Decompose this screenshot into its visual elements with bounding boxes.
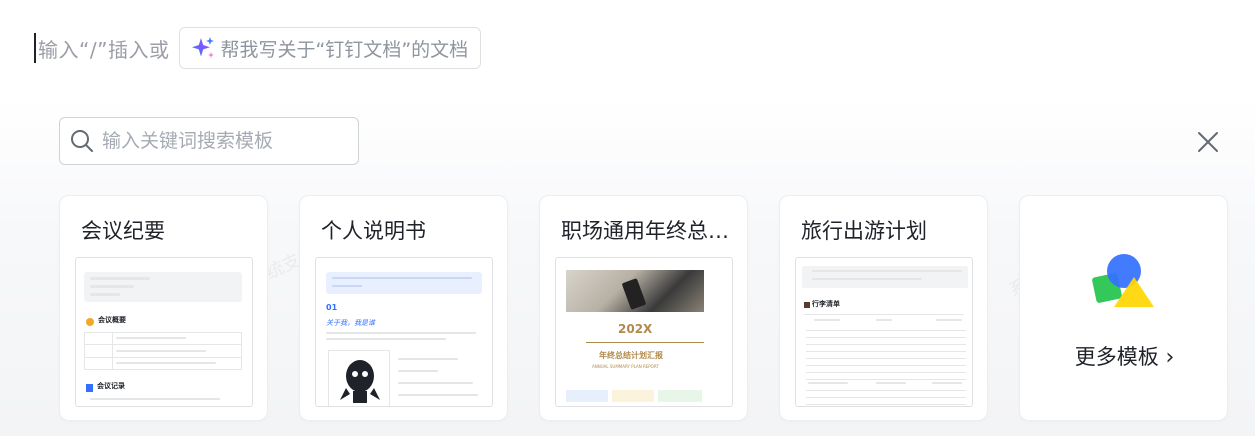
mascot-image: [340, 360, 380, 403]
sparkle-icon: [192, 37, 215, 58]
template-card-title: 职场通用年终总结汇报: [561, 219, 731, 243]
template-thumbnail: 会议概要 会议记录: [75, 257, 253, 407]
thumb-section-heading: 行李清单: [812, 300, 840, 308]
template-search-box[interactable]: [59, 117, 359, 165]
template-card-title: 旅行出游计划: [801, 219, 927, 243]
template-card-title: 会议纪要: [81, 219, 165, 243]
template-search-input[interactable]: [102, 130, 342, 152]
ai-suggestion-label: 帮我写关于“钉钉文档”的文档: [220, 38, 469, 61]
template-panel: 系统支撑中心 系统支撑中心 系统支撑中心 系统支撑中心 会议纪要 会议概要: [0, 95, 1255, 436]
template-card-meeting-minutes[interactable]: 会议纪要 会议概要 会议记录: [59, 195, 268, 421]
thumb-section-heading: 会议概要: [98, 316, 126, 324]
more-templates-label: 更多模板 ›: [1074, 345, 1175, 370]
thumb-number: 01: [326, 303, 338, 312]
template-card-list: 会议纪要 会议概要 会议记录 个人说明书 01 关于我，我是谁 职场通用年终总结…: [59, 195, 1228, 421]
thumb-heading: 关于我，我是谁: [326, 319, 375, 327]
search-icon: [71, 130, 93, 152]
checklist: [806, 390, 966, 406]
template-card-title: 个人说明书: [321, 219, 426, 243]
close-icon[interactable]: [1194, 128, 1222, 156]
thumb-title: 年终总结计划汇报: [599, 351, 663, 360]
thumb-subtitle: ANNUAL SUMMARY PLAN REPORT: [592, 364, 659, 369]
template-thumbnail: 行李清单: [795, 257, 973, 407]
text-caret: [34, 33, 36, 63]
template-thumbnail: 01 关于我，我是谁: [315, 257, 493, 407]
template-thumbnail: 202X 年终总结计划汇报 ANNUAL SUMMARY PLAN REPORT: [555, 257, 733, 407]
template-shapes-icon: [1092, 254, 1154, 307]
more-templates-button[interactable]: 更多模板 ›: [1019, 195, 1228, 421]
editor-placeholder-line[interactable]: 输入“/”插入或 帮我写关于“钉钉文档”的文档: [34, 27, 482, 69]
thumb-section-heading: 会议记录: [97, 382, 125, 390]
template-card-personal-manual[interactable]: 个人说明书 01 关于我，我是谁: [299, 195, 508, 421]
ai-write-suggestion-button[interactable]: 帮我写关于“钉钉文档”的文档: [179, 27, 482, 69]
thumb-year: 202X: [618, 322, 653, 336]
checklist: [806, 330, 966, 380]
template-card-year-end-summary[interactable]: 职场通用年终总结汇报 202X 年终总结计划汇报 ANNUAL SUMMARY …: [539, 195, 748, 421]
editor-placeholder: 输入“/”插入或: [38, 37, 170, 62]
template-card-travel-plan[interactable]: 旅行出游计划 行李清单: [779, 195, 988, 421]
chevron-right-icon: ›: [1165, 345, 1175, 370]
